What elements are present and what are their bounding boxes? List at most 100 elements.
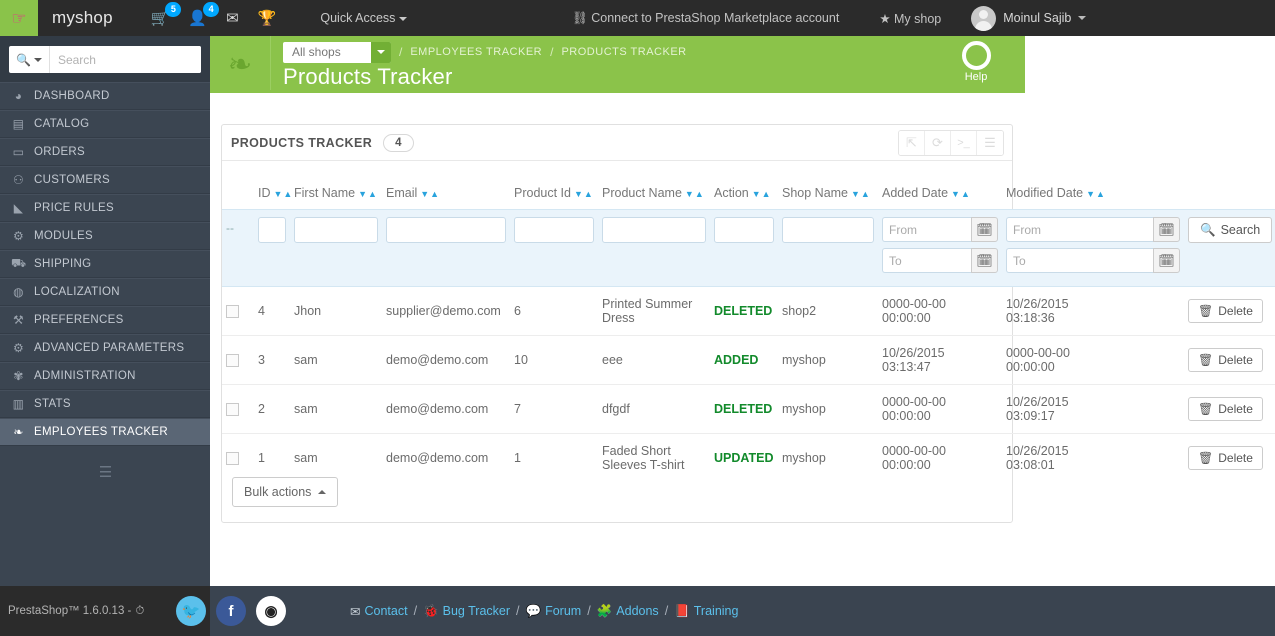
- sidebar-item-administration[interactable]: ✾ ADMINISTRATION: [0, 362, 210, 390]
- export-icon[interactable]: ⇱: [899, 131, 925, 155]
- sort-icon-added-date[interactable]: ▼▲: [951, 189, 971, 199]
- calendar-icon[interactable]: 🗓: [971, 217, 998, 242]
- table-row[interactable]: 3 sam demo@demo.com 10 eee ADDED myshop 10/26/2…: [222, 335, 1275, 385]
- sort-icon-action[interactable]: ▼▲: [752, 189, 772, 199]
- filter-input-email[interactable]: [386, 217, 506, 243]
- filter-dash: --: [226, 221, 234, 235]
- my-shop-link[interactable]: ★ My shop: [879, 11, 941, 26]
- sidebar-item-customers[interactable]: ⚇ CUSTOMERS: [0, 166, 210, 194]
- filter-input-product-id[interactable]: [514, 217, 594, 243]
- calendar-icon[interactable]: 🗓: [1153, 248, 1180, 273]
- row-checkbox[interactable]: [226, 353, 239, 367]
- table-row[interactable]: 4 Jhon supplier@demo.com 6 Printed Summer Dr…: [222, 286, 1275, 336]
- delete-button[interactable]: 🗑 Delete: [1188, 446, 1263, 470]
- table-row[interactable]: 2 sam demo@demo.com 7 dfgdf DELETED myshop 0000…: [222, 384, 1275, 434]
- shop-name-label[interactable]: myshop: [52, 8, 113, 28]
- filter-input-first-name[interactable]: [294, 217, 378, 243]
- sort-icon-id[interactable]: ▼▲: [274, 189, 294, 199]
- filter-input-added-to[interactable]: [882, 248, 971, 273]
- calendar-icon[interactable]: 🗓: [971, 248, 998, 273]
- training-icon: 📕: [674, 603, 690, 618]
- trash-icon: 🗑: [1198, 451, 1214, 465]
- delete-button[interactable]: 🗑 Delete: [1188, 299, 1263, 323]
- sort-icon-modified-date[interactable]: ▼▲: [1086, 189, 1106, 199]
- messages-icon[interactable]: ✉: [226, 11, 239, 26]
- sidebar-item-price-rules[interactable]: ◣ PRICE RULES: [0, 194, 210, 222]
- footer-link-contact[interactable]: ✉ Contact: [350, 604, 408, 619]
- filter-row: -- 🗓 🗓: [222, 209, 1275, 287]
- filter-cell-modified-date: 🗓 🗓: [1002, 209, 1184, 287]
- console-icon[interactable]: >_: [951, 131, 977, 155]
- cell-product-id: 10: [510, 335, 598, 385]
- actions-col-header: [1184, 178, 1275, 210]
- facebook-icon[interactable]: f: [216, 596, 246, 626]
- github-icon[interactable]: ◉: [256, 596, 286, 626]
- sidebar-item-stats[interactable]: ▥ STATS: [0, 390, 210, 418]
- delete-button[interactable]: 🗑 Delete: [1188, 348, 1263, 372]
- employee-menu[interactable]: Moinul Sajib: [971, 5, 1087, 31]
- row-checkbox[interactable]: [226, 402, 239, 416]
- refresh-icon[interactable]: ⟳: [925, 131, 951, 155]
- marketplace-link[interactable]: ⛓ Connect to PrestaShop Marketplace acco…: [572, 11, 839, 26]
- filter-input-modified-to[interactable]: [1006, 248, 1153, 273]
- chevron-down-icon: [1078, 16, 1087, 20]
- sort-icon-shop-name[interactable]: ▼▲: [851, 189, 871, 199]
- sidebar-item-localization[interactable]: ◍ LOCALIZATION: [0, 278, 210, 306]
- sidebar-item-modules[interactable]: ⚙ MODULES: [0, 222, 210, 250]
- shop-selector[interactable]: All shops: [283, 41, 391, 63]
- filter-input-shop-name[interactable]: [782, 217, 874, 243]
- cell-modified-date: 10/26/2015 03:18:36: [1002, 286, 1184, 336]
- sort-icon-first-name[interactable]: ▼▲: [358, 189, 378, 199]
- filter-input-id[interactable]: [258, 217, 286, 243]
- cart-icon[interactable]: 🛒 5: [151, 1, 182, 26]
- sort-icon-email[interactable]: ▼▲: [420, 189, 440, 199]
- footer-link-addons[interactable]: 🧩 Addons: [597, 604, 659, 619]
- sidebar-item-employees-tracker[interactable]: ❧ EMPLOYEES TRACKER: [0, 418, 210, 446]
- database-icon[interactable]: ☰: [977, 131, 1003, 155]
- filter-input-added-from[interactable]: [882, 217, 971, 242]
- sidebar-collapse-toggle[interactable]: ☰: [0, 463, 210, 481]
- table-head: ID ▼▲ First Name ▼▲ Email ▼▲ Product Id ▼▲ P…: [222, 178, 1275, 210]
- search-input[interactable]: [49, 46, 201, 73]
- row-checkbox[interactable]: [226, 304, 239, 318]
- cell-product-name: Faded Short Sleeves T-shirt: [598, 433, 710, 482]
- sidebar-item-advanced-parameters[interactable]: ⚙ ADVANCED PARAMETERS: [0, 334, 210, 362]
- filter-input-product-name[interactable]: [602, 217, 706, 243]
- help-button[interactable]: Help: [952, 41, 1000, 83]
- sidebar-item-shipping[interactable]: ⛟ SHIPPING: [0, 250, 210, 278]
- sidebar-item-preferences[interactable]: ⚒ PREFERENCES: [0, 306, 210, 334]
- search-button[interactable]: 🔍 Search: [1188, 217, 1273, 243]
- app-logo[interactable]: ☞: [0, 0, 38, 36]
- bulk-actions-button[interactable]: Bulk actions: [232, 477, 339, 507]
- cell-actions: 🗑 Delete: [1184, 433, 1275, 482]
- customers-icon[interactable]: 👤 4: [188, 1, 220, 26]
- calendar-icon[interactable]: 🗓: [1153, 217, 1180, 242]
- employee-name: Moinul Sajib: [1003, 11, 1072, 25]
- trophy-icon[interactable]: 🏆: [258, 11, 277, 26]
- search-scope-dropdown[interactable]: 🔍: [9, 46, 50, 73]
- addons-icon: 🧩: [596, 603, 613, 618]
- added-date-from-group: 🗓: [882, 217, 998, 242]
- footer-link-training[interactable]: 📕 Training: [674, 604, 738, 619]
- filter-input-action[interactable]: [714, 217, 774, 243]
- filter-input-modified-from[interactable]: [1006, 217, 1153, 242]
- breadcrumb-item-products-tracker[interactable]: PRODUCTS TRACKER: [561, 46, 686, 58]
- footer-link-bug-tracker[interactable]: 🐞 Bug Tracker: [423, 604, 510, 619]
- search-box: 🔍: [9, 46, 201, 73]
- table-row[interactable]: 1 sam demo@demo.com 1 Faded Short Sleeves T-…: [222, 433, 1275, 482]
- breadcrumb-item-employees-tracker[interactable]: EMPLOYEES TRACKER: [410, 46, 542, 58]
- delete-button[interactable]: 🗑 Delete: [1188, 397, 1263, 421]
- delete-label: Delete: [1218, 402, 1253, 416]
- twitter-icon[interactable]: 🐦: [176, 596, 206, 626]
- sidebar-item-dashboard[interactable]: ◕ DASHBOARD: [0, 82, 210, 110]
- cell-action: UPDATED: [710, 433, 778, 482]
- footer-link-forum[interactable]: 💬 Forum: [526, 604, 582, 619]
- sidebar-item-catalog[interactable]: ▤ CATALOG: [0, 110, 210, 138]
- sidebar-item-orders[interactable]: ▭ ORDERS: [0, 138, 210, 166]
- quick-access-menu[interactable]: Quick Access: [320, 11, 407, 25]
- row-checkbox[interactable]: [226, 451, 239, 465]
- contact-icon: ✉: [350, 604, 361, 619]
- sort-icon-product-id[interactable]: ▼▲: [574, 189, 594, 199]
- table-body: 4 Jhon supplier@demo.com 6 Printed Summer Dr…: [222, 286, 1275, 482]
- sort-icon-product-name[interactable]: ▼▲: [685, 189, 705, 199]
